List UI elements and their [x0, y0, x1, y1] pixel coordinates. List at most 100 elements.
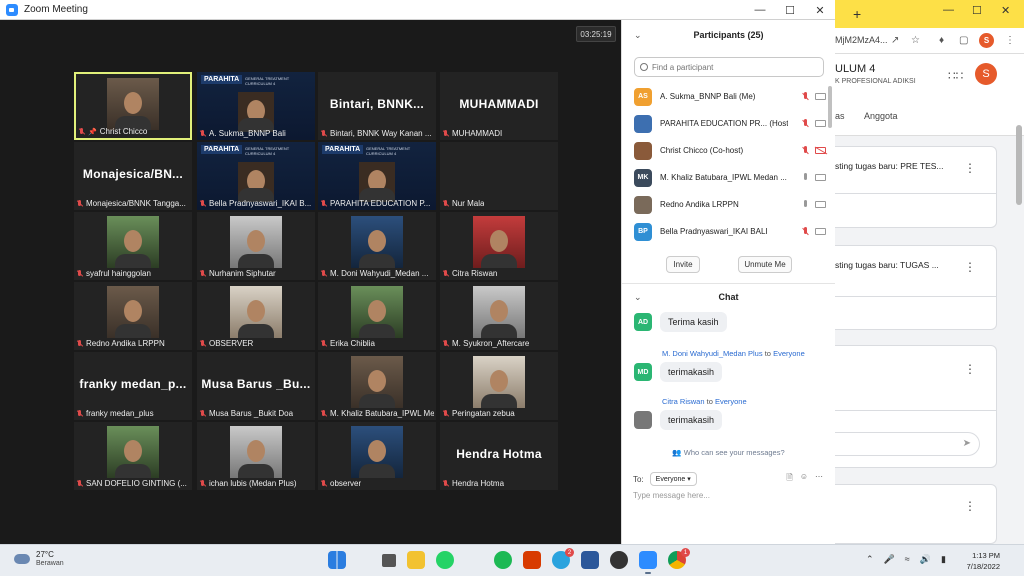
post-menu-icon[interactable]: ⋮	[964, 499, 976, 513]
video-tile[interactable]: PARAHITA GENERAL TREATMENT CURRICULUM 4 Be…	[197, 142, 315, 210]
tile-name: Nur Mala	[452, 199, 485, 208]
video-tile[interactable]: franky medan_p... franky medan_plus	[74, 352, 192, 420]
post-menu-icon[interactable]: ⋮	[964, 362, 976, 376]
share-icon[interactable]: ↗	[891, 35, 899, 46]
video-tile[interactable]: observer	[318, 422, 436, 490]
maximize-icon[interactable]: ☐	[775, 0, 805, 20]
volume-icon[interactable]: 🔊	[920, 554, 931, 565]
tab-anggota[interactable]: Anggota	[864, 111, 898, 121]
post-menu-icon[interactable]: ⋮	[964, 260, 976, 274]
video-tile[interactable]: MUHAMMADI MUHAMMADI	[440, 72, 558, 140]
url-text[interactable]: MjM2MzA4...	[835, 35, 888, 45]
sender-name[interactable]: Citra Riswan	[662, 397, 705, 406]
video-tile[interactable]: PARAHITA GENERAL TREATMENT CURRICULUM 4 PA…	[318, 142, 436, 210]
participant-scrollbar[interactable]	[828, 86, 832, 128]
send-icon[interactable]: ➤	[963, 438, 971, 449]
chat-input[interactable]: Type message here...	[633, 491, 710, 500]
post-card[interactable]: sting tugas baru: TUGAS ... ⋮	[835, 245, 997, 330]
post-card[interactable]: sting tugas baru: PRE TES... ⋮	[835, 146, 997, 228]
video-tile[interactable]: Musa Barus _Bu... Musa Barus _Bukit Doa	[197, 352, 315, 420]
word-icon[interactable]	[581, 551, 599, 569]
bookmark-star-icon[interactable]: ☆	[911, 35, 920, 46]
unmute-me-button[interactable]: Unmute Me	[738, 256, 792, 273]
minimize-icon[interactable]: —	[943, 4, 954, 16]
wifi-icon[interactable]: ≈	[905, 554, 910, 565]
weather-widget[interactable]: 27°C Berawan	[14, 550, 64, 567]
video-tile[interactable]: Nurhanim Siphutar	[197, 212, 315, 280]
video-tile[interactable]: syafrul hainggolan	[74, 212, 192, 280]
who-can-see-link[interactable]: 👥 Who can see your messages?	[622, 448, 835, 457]
chrome-taskbar-icon[interactable]: 1	[668, 548, 690, 569]
office-icon[interactable]	[523, 551, 541, 569]
recipient-dropdown[interactable]: Everyone ▾	[649, 472, 697, 486]
video-tile[interactable]: Erika Chiblia	[318, 282, 436, 350]
invite-button[interactable]: Invite	[666, 256, 700, 273]
clock[interactable]: 1:13 PM 7/18/2022	[954, 550, 1000, 572]
tray-chevron-icon[interactable]: ⌃	[866, 554, 874, 565]
video-tile[interactable]: Peringatan zebua	[440, 352, 558, 420]
mic-icon[interactable]: 🎤	[884, 554, 895, 565]
file-explorer-icon[interactable]	[407, 551, 425, 569]
video-tile[interactable]: M. Doni Wahyudi_Medan ...	[318, 212, 436, 280]
file-icon[interactable]: 🗎	[786, 472, 792, 486]
post-card[interactable]: ⋮	[835, 484, 997, 544]
tab-tugas[interactable]: as	[835, 111, 845, 121]
video-icon	[815, 201, 826, 208]
video-tile[interactable]: SAN DOFELIO GINTING (...	[74, 422, 192, 490]
message-bubble: terimakasih	[660, 410, 723, 430]
comment-input[interactable]: ➤	[835, 432, 980, 456]
participant-row[interactable]: AS A. Sukma_BNNP Bali (Me)	[634, 83, 826, 110]
video-tile[interactable]: Nur Mala	[440, 142, 558, 210]
chrome-menu-icon[interactable]: ⋮	[1005, 35, 1015, 46]
card-separator	[835, 410, 996, 411]
whatsapp-icon[interactable]	[436, 551, 454, 569]
participant-search[interactable]	[634, 57, 824, 77]
close-icon[interactable]: ✕	[805, 0, 835, 20]
page-scrollbar[interactable]	[1016, 125, 1022, 205]
video-tile[interactable]: OBSERVER	[197, 282, 315, 350]
video-tile[interactable]: M. Khaliz Batubara_IPWL Me...	[318, 352, 436, 420]
task-view-icon[interactable]	[382, 554, 396, 567]
tile-name-bar: Monajesica/BNNK Tangga...	[76, 199, 186, 208]
close-icon[interactable]: ✕	[1001, 4, 1010, 17]
sender-name[interactable]: M. Doni Wahyudi_Medan Plus	[662, 349, 763, 358]
video-tile[interactable]: M. Syukron_Aftercare	[440, 282, 558, 350]
more-icon[interactable]: ⋯	[815, 472, 823, 486]
participant-row[interactable]: BP Bella Pradnyaswari_IKAI BALI	[634, 218, 826, 245]
video-tile[interactable]: Citra Riswan	[440, 212, 558, 280]
video-tile[interactable]: PARAHITA GENERAL TREATMENT CURRICULUM 4 A.…	[197, 72, 315, 140]
video-tile[interactable]: Hendra Hotma Hendra Hotma	[440, 422, 558, 490]
video-tile[interactable]: Redno Andika LRPPN	[74, 282, 192, 350]
video-tile[interactable]: ichan lubis (Medan Plus)	[197, 422, 315, 490]
participant-status	[802, 91, 826, 102]
video-tile[interactable]: 📌 Christ Chicco	[74, 72, 192, 140]
participant-row[interactable]: Christ Chicco (Co-host)	[634, 137, 826, 164]
profile-avatar[interactable]: S	[979, 33, 994, 48]
windows-start-icon[interactable]	[328, 551, 346, 569]
body	[481, 324, 517, 338]
video-tile[interactable]: Bintari, BNNK... Bintari, BNNK Way Kanan …	[318, 72, 436, 140]
participant-video	[351, 356, 403, 408]
post-card[interactable]: ⋮ ➤	[835, 345, 997, 468]
new-tab-icon[interactable]: +	[853, 6, 861, 22]
zoom-taskbar-icon[interactable]	[639, 551, 657, 574]
search-input[interactable]	[652, 62, 812, 72]
account-avatar[interactable]: S	[975, 63, 997, 85]
apps-grid-icon[interactable]: ∷∷	[948, 69, 963, 83]
participant-row[interactable]: PARAHITA EDUCATION PR... (Host)	[634, 110, 826, 137]
emoji-icon[interactable]: ☺	[800, 472, 808, 486]
spotify-icon[interactable]	[494, 551, 512, 569]
minimize-icon[interactable]: —	[745, 0, 775, 20]
sidebar-icon[interactable]: ▢	[959, 35, 968, 46]
video-icon	[815, 228, 826, 235]
telegram-icon[interactable]: 2	[552, 548, 574, 569]
post-menu-icon[interactable]: ⋮	[964, 161, 976, 175]
video-tile[interactable]: Monajesica/BN... Monajesica/BNNK Tangga..…	[74, 142, 192, 210]
extensions-icon[interactable]: ♦	[939, 35, 944, 46]
participant-row[interactable]: Redno Andika LRPPN	[634, 191, 826, 218]
participant-row[interactable]: MK M. Khaliz Batubara_IPWL Medan ...	[634, 164, 826, 191]
obs-icon[interactable]	[610, 551, 628, 569]
battery-icon[interactable]: ▮	[941, 554, 946, 565]
maximize-icon[interactable]: ☐	[972, 4, 982, 17]
brand-label: PARAHITA	[322, 145, 364, 154]
